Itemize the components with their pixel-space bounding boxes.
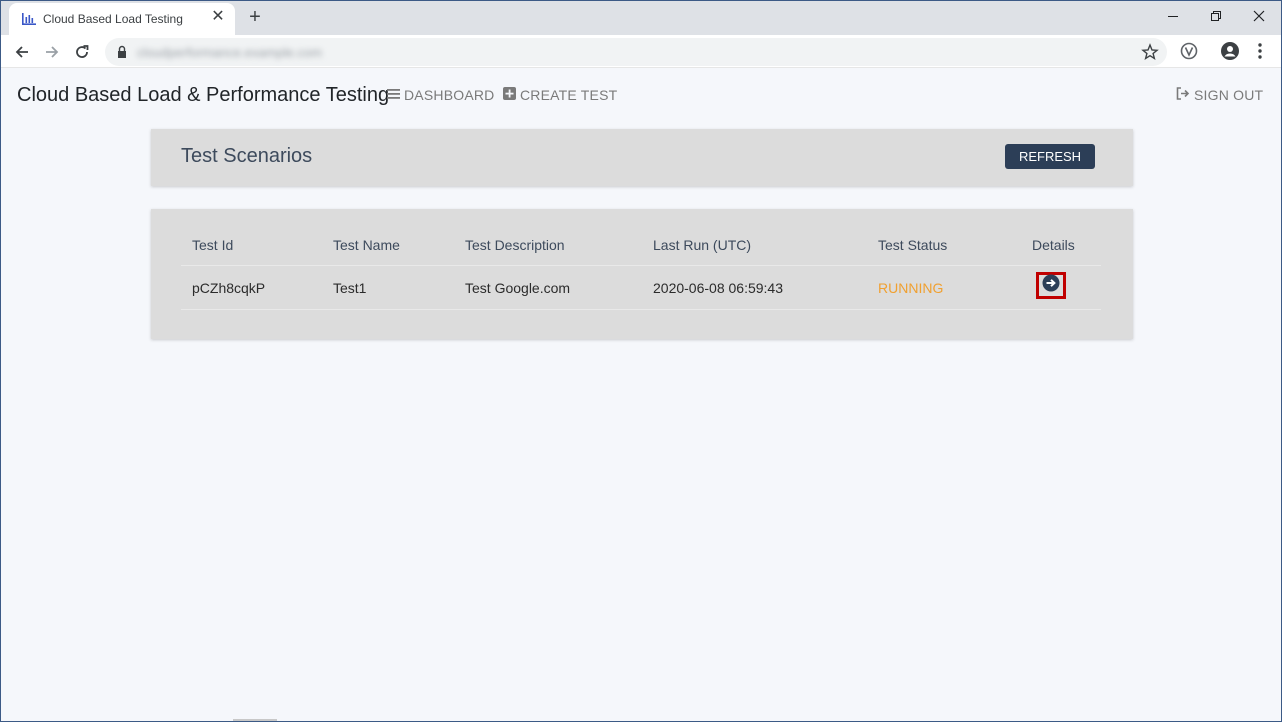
row-divider: [181, 309, 1101, 310]
cell-test-description: Test Google.com: [465, 280, 571, 296]
column-header-test-description: Test Description: [465, 237, 565, 253]
reload-button[interactable]: [71, 41, 93, 63]
status-badge: RUNNING: [878, 280, 944, 296]
sign-out-link[interactable]: SIGN OUT: [1176, 87, 1263, 103]
sign-out-link-label: SIGN OUT: [1194, 87, 1264, 103]
back-button[interactable]: [11, 41, 33, 63]
tab-title: Cloud Based Load Testing: [43, 12, 183, 26]
tab-strip: Cloud Based Load Testing ✕ +: [1, 1, 1281, 35]
chart-favicon-icon: [21, 11, 37, 27]
app-title: Cloud Based Load & Performance Testing: [17, 84, 390, 106]
new-tab-button[interactable]: +: [245, 7, 265, 27]
extension-icon[interactable]: [1179, 41, 1199, 61]
create-test-link[interactable]: CREATE TEST: [503, 87, 617, 103]
refresh-button[interactable]: REFRESH: [1005, 144, 1095, 169]
column-header-last-run: Last Run (UTC): [653, 237, 752, 253]
cell-test-name: Test1: [333, 280, 367, 296]
minimize-button[interactable]: [1158, 5, 1188, 29]
star-icon[interactable]: [1141, 43, 1159, 61]
tab-close-icon[interactable]: ✕: [211, 9, 225, 25]
browser-window: Cloud Based Load Testing ✕ + cloudperfor…: [0, 0, 1282, 722]
column-header-test-id: Test Id: [192, 237, 234, 253]
create-test-link-label: CREATE TEST: [520, 87, 618, 103]
browser-toolbar: cloudperformance.example.com: [1, 35, 1281, 68]
column-header-test-name: Test Name: [333, 237, 400, 253]
address-bar[interactable]: cloudperformance.example.com: [105, 38, 1167, 66]
plus-square-icon: [503, 87, 516, 103]
forward-button[interactable]: [41, 41, 63, 63]
profile-icon[interactable]: [1220, 41, 1240, 61]
window-close-button[interactable]: [1244, 5, 1274, 29]
scenarios-table-panel: Test Id Test Name Test Description Last …: [151, 209, 1133, 339]
page-title: Test Scenarios: [181, 145, 313, 167]
details-button[interactable]: [1036, 272, 1066, 299]
browser-tab[interactable]: Cloud Based Load Testing ✕: [9, 3, 235, 35]
scenarios-header-panel: Test Scenarios REFRESH: [151, 129, 1133, 186]
url-text: cloudperformance.example.com: [137, 45, 322, 60]
cell-test-id: pCZh8cqkP: [192, 280, 266, 296]
column-header-test-status: Test Status: [878, 237, 948, 253]
lock-icon: [116, 45, 128, 59]
sign-out-icon: [1176, 87, 1190, 103]
header-divider: [181, 265, 1101, 266]
column-header-details: Details: [1032, 237, 1075, 253]
list-icon: [387, 87, 400, 103]
dashboard-link[interactable]: DASHBOARD: [387, 87, 494, 103]
menu-icon[interactable]: [1253, 41, 1267, 61]
dashboard-link-label: DASHBOARD: [404, 87, 495, 103]
arrow-circle-right-icon: [1042, 274, 1060, 297]
app-header: Cloud Based Load & Performance Testing D…: [1, 69, 1281, 121]
restore-button[interactable]: [1201, 5, 1231, 29]
cell-last-run: 2020-06-08 06:59:43: [653, 280, 783, 296]
